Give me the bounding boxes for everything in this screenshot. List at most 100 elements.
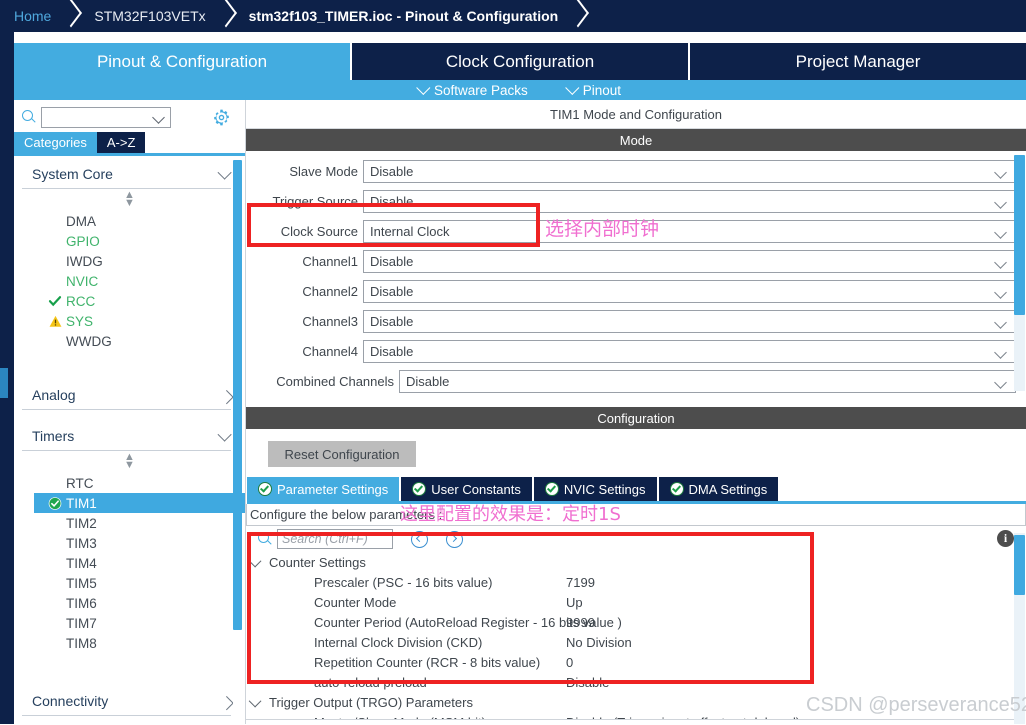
configuration-tab-bar: Parameter Settings User Constants NVIC S…	[247, 477, 1026, 504]
sidebar-item-tim2[interactable]: TIM2	[14, 513, 245, 533]
sidebar-tab-categories[interactable]: Categories	[14, 132, 97, 153]
tab-project-manager-label: Project Manager	[795, 51, 921, 71]
gear-icon[interactable]	[212, 108, 231, 127]
breadcrumb-home-label: Home	[14, 8, 52, 24]
sidebar-item-rcc[interactable]: RCC	[14, 291, 245, 311]
sidebar-item-tim4-label: TIM4	[66, 555, 97, 571]
sidebar-item-tim8[interactable]: TIM8	[14, 633, 245, 653]
param-row-prescaler-name: Prescaler (PSC - 16 bits value)	[314, 574, 493, 590]
sidebar-item-tim6-label: TIM6	[66, 595, 97, 611]
sub-tab-software-packs[interactable]: Software Packs	[416, 80, 528, 98]
sidebar-item-rcc-label: RCC	[66, 293, 96, 309]
tab-parameter-settings-label: Parameter Settings	[277, 481, 389, 497]
param-row-prescaler[interactable]: Prescaler (PSC - 16 bits value) 7199	[246, 572, 1026, 592]
tab-parameter-settings[interactable]: Parameter Settings	[247, 477, 402, 501]
sidebar-item-tim5-label: TIM5	[66, 575, 97, 591]
mode-scrollbar-thumb[interactable]	[1014, 155, 1025, 315]
field-channel1-value: Disable	[370, 254, 414, 269]
sidebar-scroll-spinner[interactable]: ▲ ▼	[14, 189, 245, 211]
sidebar-group-system-core[interactable]: System Core	[22, 156, 232, 189]
field-trigger-source-value: Disable	[370, 194, 414, 209]
sidebar-item-sys[interactable]: SYS	[14, 311, 245, 331]
tab-dma-settings[interactable]: DMA Settings	[658, 477, 781, 501]
warning-icon	[48, 314, 62, 328]
field-channel4: Channel4 Disable	[270, 339, 1016, 364]
page-title-label: TIM1 Mode and Configuration	[550, 106, 722, 122]
sidebar-item-nvic[interactable]: NVIC	[14, 271, 245, 291]
sidebar-item-tim1[interactable]: TIM1	[34, 493, 245, 513]
sidebar-scroll-spinner[interactable]: ▲ ▼	[14, 451, 245, 473]
field-channel4-select[interactable]: Disable	[363, 340, 1016, 363]
field-channel2-select[interactable]: Disable	[363, 280, 1016, 303]
breadcrumb-home[interactable]: Home	[0, 0, 80, 32]
field-channel3-value: Disable	[370, 314, 414, 329]
sidebar-item-dma[interactable]: DMA	[14, 211, 245, 231]
param-row-counter-period-value: 9999	[566, 614, 595, 630]
sidebar-item-rtc[interactable]: RTC	[14, 473, 245, 493]
chevron-down-icon	[248, 554, 262, 567]
param-row-repetition-counter-name: Repetition Counter (RCR - 8 bits value)	[314, 654, 541, 670]
field-channel3-select[interactable]: Disable	[363, 310, 1016, 333]
chevron-right-icon	[219, 390, 234, 405]
parameter-search-placeholder: Search (Ctrl+F)	[282, 532, 368, 546]
param-group-trigger-output-label: Trigger Output (TRGO) Parameters	[269, 694, 473, 710]
field-slave-mode-value: Disable	[370, 164, 414, 179]
tab-clock-configuration[interactable]: Clock Configuration	[352, 43, 690, 80]
param-row-auto-reload-preload[interactable]: auto-reload preload Disable	[246, 672, 1026, 692]
sidebar-group-connectivity[interactable]: Connectivity	[22, 683, 234, 716]
reset-configuration-button-label: Reset Configuration	[284, 446, 400, 462]
param-row-counter-period[interactable]: Counter Period (AutoReload Register - 16…	[246, 612, 1026, 632]
param-row-internal-clock-division[interactable]: Internal Clock Division (CKD) No Divisio…	[246, 632, 1026, 652]
info-icon[interactable]: i	[997, 530, 1014, 547]
breadcrumb-current[interactable]: stm32f103_TIMER.ioc - Pinout & Configura…	[235, 0, 588, 32]
param-row-counter-mode-name: Counter Mode	[314, 594, 397, 610]
navigate-back-icon[interactable]	[411, 530, 428, 548]
sidebar-item-wwdg[interactable]: WWDG	[14, 331, 245, 351]
sidebar-group-timers[interactable]: Timers	[22, 418, 232, 451]
field-slave-mode-select[interactable]: Disable	[363, 160, 1016, 183]
parameter-search-input[interactable]: Search (Ctrl+F)	[277, 529, 393, 549]
sidebar-tab-a-to-z[interactable]: A->Z	[96, 132, 146, 153]
field-clock-source-label: Clock Source	[280, 224, 358, 239]
sidebar-item-gpio[interactable]: GPIO	[14, 231, 245, 251]
tab-user-constants[interactable]: User Constants	[401, 477, 534, 501]
field-trigger-source-select[interactable]: Disable	[363, 190, 1016, 213]
tab-nvic-settings[interactable]: NVIC Settings	[533, 477, 659, 501]
parameter-scrollbar-thumb[interactable]	[1014, 535, 1025, 595]
param-group-counter-settings[interactable]: Counter Settings	[246, 552, 1026, 572]
sidebar-search-input[interactable]	[41, 106, 171, 128]
tab-project-manager[interactable]: Project Manager	[690, 43, 1026, 80]
search-icon	[21, 109, 37, 125]
mode-section-header-label: Mode	[619, 132, 653, 148]
navigate-forward-icon[interactable]	[446, 530, 463, 548]
sidebar-item-tim5[interactable]: TIM5	[14, 573, 245, 593]
sidebar-search-row	[14, 102, 245, 132]
sidebar-item-tim3[interactable]: TIM3	[14, 533, 245, 553]
param-row-repetition-counter[interactable]: Repetition Counter (RCR - 8 bits value) …	[246, 652, 1026, 672]
sidebar-item-tim2-label: TIM2	[66, 515, 97, 531]
page-title: TIM1 Mode and Configuration	[246, 100, 1026, 129]
param-row-internal-clock-division-name: Internal Clock Division (CKD)	[314, 634, 483, 650]
tab-pinout-configuration[interactable]: Pinout & Configuration	[14, 43, 352, 80]
sidebar-group-analog[interactable]: Analog	[22, 377, 234, 410]
field-clock-source-select[interactable]: Internal Clock	[363, 220, 1016, 243]
sidebar-item-iwdg[interactable]: IWDG	[14, 251, 245, 271]
check-circle-icon	[412, 482, 427, 496]
param-row-counter-mode[interactable]: Counter Mode Up	[246, 592, 1026, 612]
sidebar-item-wwdg-label: WWDG	[66, 333, 112, 349]
reset-configuration-button[interactable]: Reset Configuration	[268, 441, 416, 467]
breadcrumb-device[interactable]: STM32F103VETx	[80, 0, 234, 32]
field-channel1-select[interactable]: Disable	[363, 250, 1016, 273]
sidebar-item-dma-label: DMA	[66, 213, 96, 229]
breadcrumb-current-label: stm32f103_TIMER.ioc - Pinout & Configura…	[248, 8, 559, 24]
sidebar-item-tim4[interactable]: TIM4	[14, 553, 245, 573]
sidebar-item-tim6[interactable]: TIM6	[14, 593, 245, 613]
sidebar-scrollbar-thumb[interactable]	[233, 160, 242, 630]
field-combined-channels-select[interactable]: Disable	[399, 370, 1016, 393]
chevron-down-icon	[564, 80, 580, 95]
sidebar-group-analog-label: Analog	[32, 387, 76, 403]
field-combined-channels: Combined Channels Disable	[270, 369, 1016, 394]
sidebar-item-tim7[interactable]: TIM7	[14, 613, 245, 633]
param-group-counter-settings-label: Counter Settings	[269, 554, 366, 570]
sub-tab-pinout[interactable]: Pinout	[564, 80, 621, 98]
